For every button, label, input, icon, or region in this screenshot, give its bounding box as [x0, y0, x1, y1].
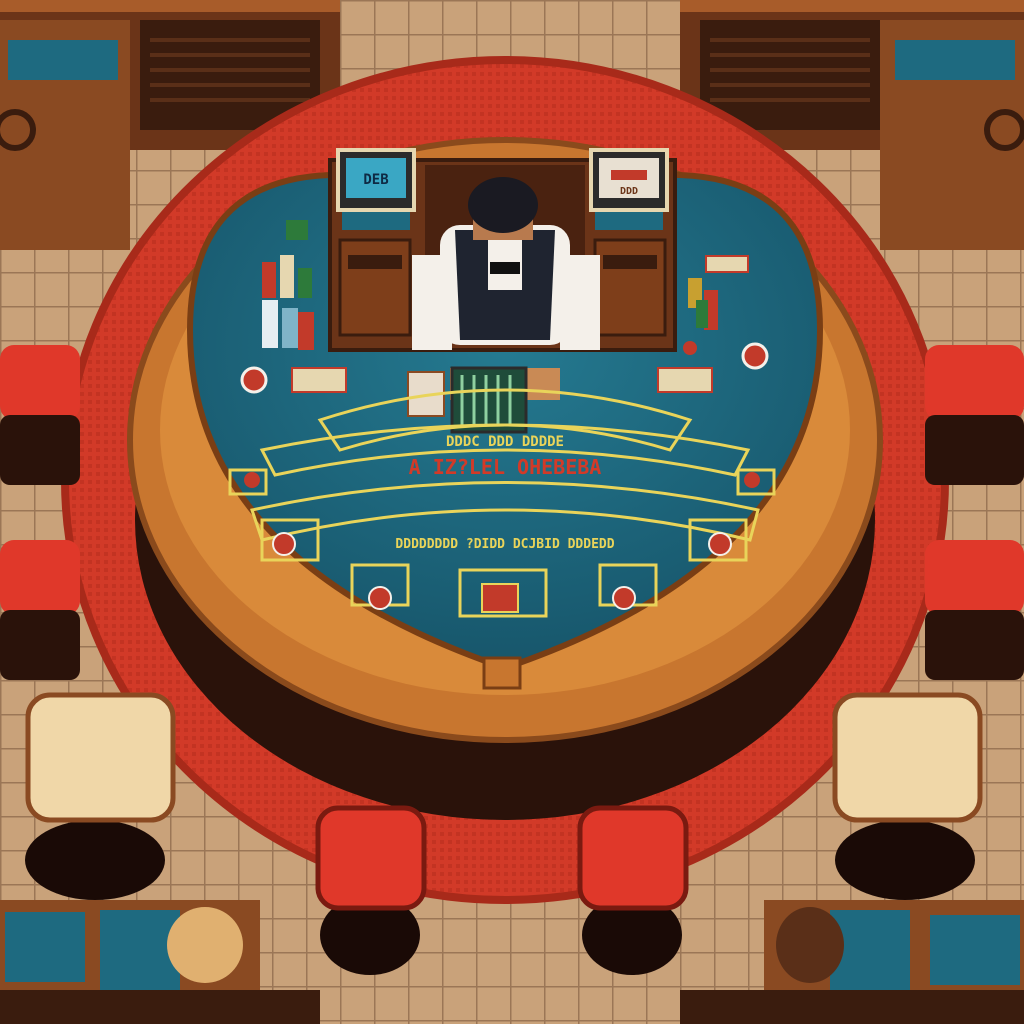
left-placard: [291, 367, 347, 393]
left-monitor: DEB: [336, 148, 416, 230]
dealer-head: [468, 177, 538, 233]
rail-notch: [482, 656, 522, 690]
right-monitor-text: DDD: [620, 186, 638, 197]
front-chair-right: [577, 805, 689, 975]
chip: [683, 341, 697, 355]
chip: [741, 342, 769, 370]
player-brunette: [776, 907, 844, 983]
casino-scene: DEB DDD DDDC DDD DDDDE A IZ?LEL OHEBEBA …: [0, 0, 1024, 1024]
left-chair-2: [0, 540, 80, 680]
chip: [240, 366, 268, 394]
inner-arc-text: DDDC DDD DDDDE: [446, 434, 564, 450]
cream-armchair-left: [25, 692, 176, 900]
right-chair-1: [925, 345, 1024, 485]
right-chair-2: [925, 540, 1024, 680]
cream-armchair-right: [832, 692, 983, 900]
main-arc-text: A IZ?LEL OHEBEBA: [409, 455, 602, 479]
casino-floor-canvas: DEB DDD DDDC DDD DDDDE A IZ?LEL OHEBEBA …: [0, 0, 1024, 1024]
front-chair-left: [315, 805, 427, 975]
left-chair-1: [0, 345, 80, 485]
bet-spot-4: [481, 583, 519, 613]
right-monitor: DDD: [589, 148, 669, 230]
player-blonde: [167, 907, 243, 983]
left-monitor-text: DEB: [363, 172, 388, 188]
outer-arc-text: DDDDDDDD ?DIDD DCJBID DDDEDD: [395, 537, 614, 552]
right-placard: [657, 367, 713, 393]
